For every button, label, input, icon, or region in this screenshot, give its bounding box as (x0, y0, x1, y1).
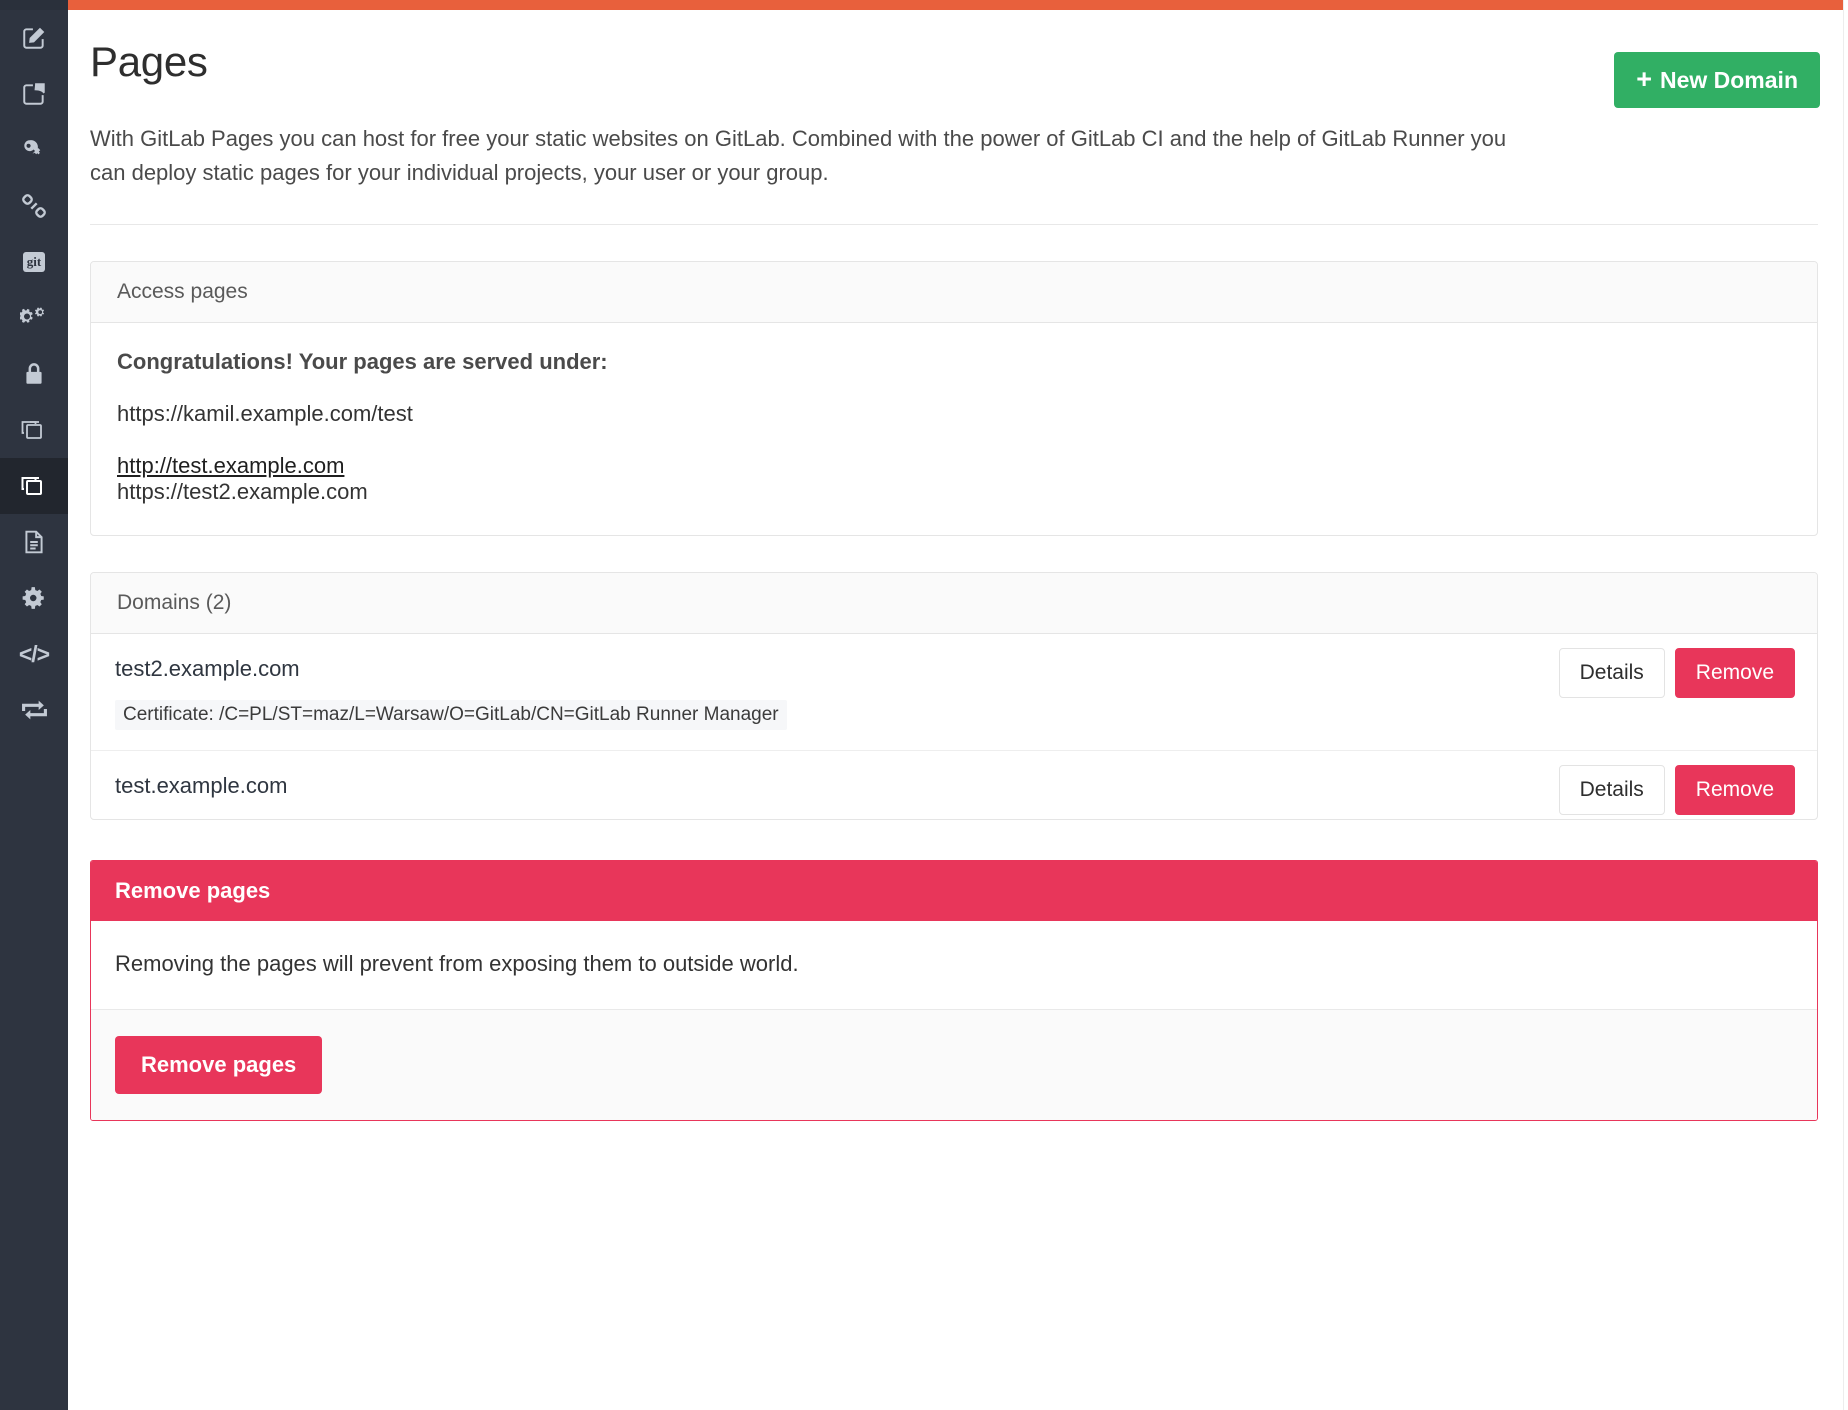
gear-icon (21, 585, 47, 611)
sidebar-item-share[interactable] (0, 66, 68, 122)
access-pages-panel: Access pages Congratulations! Your pages… (90, 261, 1818, 537)
domain-name: test.example.com (115, 773, 288, 799)
plus-icon: + (1636, 63, 1652, 94)
remove-pages-panel-title: Remove pages (91, 861, 1817, 922)
document-icon (22, 529, 46, 555)
sidebar-item-integrations[interactable] (0, 178, 68, 234)
sidebar-item-wiki[interactable] (0, 514, 68, 570)
remove-pages-footer: Remove pages (91, 1010, 1817, 1121)
code-icon: </> (18, 640, 50, 667)
domains-panel: Domains (2) test2.example.com Certificat… (90, 572, 1818, 821)
table-row: test2.example.com Certificate: /C=PL/ST=… (91, 634, 1817, 752)
details-button[interactable]: Details (1558, 765, 1665, 816)
share-export-icon (21, 81, 47, 107)
sidebar-item-settings[interactable] (0, 570, 68, 626)
page-description: With GitLab Pages you can host for free … (90, 126, 1507, 186)
remove-pages-warning-text: Removing the pages will prevent from exp… (91, 921, 1817, 1011)
pages-url-0: https://kamil.example.com/test (117, 401, 413, 427)
page-title: Pages (90, 38, 208, 85)
access-pages-panel-body: Congratulations! Your pages are served u… (91, 323, 1817, 535)
sidebar-item-edit[interactable] (0, 10, 68, 66)
congratulations-text: Congratulations! Your pages are served u… (117, 349, 608, 375)
sidebar-item-deploy-keys[interactable] (0, 122, 68, 178)
main-content-area: Pages + New Domain With GitLab Pages you… (68, 0, 1848, 1410)
lock-icon (22, 361, 46, 387)
edit-pencil-icon (21, 25, 47, 51)
page-header: Pages + New Domain (90, 38, 1820, 108)
sidebar-item-snippets[interactable]: </> (0, 626, 68, 682)
sidebar-top-strip (0, 0, 68, 10)
page-content: Pages + New Domain With GitLab Pages you… (68, 10, 1848, 1122)
key-icon (21, 137, 47, 163)
sidebar-item-pages[interactable] (0, 458, 68, 514)
repeat-sync-icon (21, 697, 48, 723)
remove-domain-button[interactable]: Remove (1674, 648, 1795, 699)
remove-domain-button[interactable]: Remove (1674, 765, 1795, 816)
new-domain-label: New Domain (1659, 66, 1798, 93)
header-divider (90, 224, 1818, 226)
domains-panel-title: Domains (2) (91, 573, 1817, 635)
access-pages-panel-title: Access pages (91, 262, 1817, 324)
sidebar-item-protected[interactable] (0, 346, 68, 402)
table-row: test.example.com Details Remove (91, 751, 1817, 819)
remove-pages-panel: Remove pages Removing the pages will pre… (90, 860, 1818, 1122)
sidebar-item-ci-cd[interactable] (0, 290, 68, 346)
copy-active-icon (20, 473, 48, 499)
app-root: git </> Pages + New Domain With GitLab P… (0, 0, 1848, 1410)
sidebar-item-environments[interactable] (0, 402, 68, 458)
copy-icon (20, 417, 48, 443)
new-domain-button[interactable]: + New Domain (1614, 52, 1820, 108)
details-button[interactable]: Details (1558, 648, 1665, 699)
sidebar-item-git[interactable]: git (0, 234, 68, 290)
gears-icon (20, 305, 48, 331)
domain-name: test2.example.com (115, 656, 300, 682)
domain-row-actions: Details Remove (1558, 648, 1795, 699)
link-chain-icon (21, 193, 47, 219)
domain-row-actions: Details Remove (1558, 765, 1795, 816)
git-icon: git (22, 252, 46, 272)
top-accent-bar (68, 0, 1848, 10)
remove-pages-button[interactable]: Remove pages (115, 1036, 323, 1095)
project-sidebar: git </> (0, 0, 68, 1410)
pages-url-2: https://test2.example.com (117, 479, 368, 505)
certificate-badge: Certificate: /C=PL/ST=maz/L=Warsaw/O=Git… (115, 700, 787, 731)
sidebar-item-mirror[interactable] (0, 682, 68, 738)
scrollbar-track[interactable] (1843, 0, 1848, 1410)
pages-url-1-link[interactable]: http://test.example.com (117, 453, 344, 478)
